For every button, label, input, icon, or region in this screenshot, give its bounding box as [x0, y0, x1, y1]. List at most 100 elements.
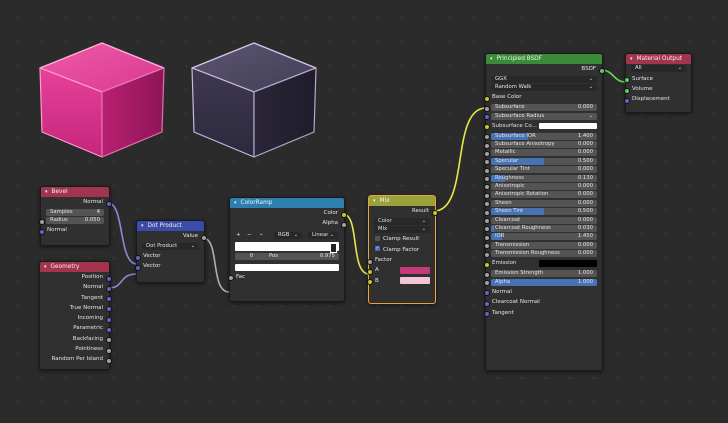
dot-product-node[interactable]: ▾ Dot Product Value Dot Product ⌄ Vector V…: [134, 220, 207, 283]
color-ramp-header[interactable]: ▾ ColorRamp: [230, 198, 344, 208]
color-a-swatch[interactable]: [400, 267, 430, 274]
color-b-swatch[interactable]: [400, 277, 430, 284]
bsdf-field[interactable]: Anisotropic Rotation 0.000: [483, 191, 597, 199]
socket-icon[interactable]: [105, 275, 112, 282]
socket-icon[interactable]: [105, 296, 112, 303]
clamp-factor-checkbox[interactable]: ✓ Clamp Factor: [369, 245, 435, 255]
checkmark-icon[interactable]: ✓: [375, 246, 380, 252]
bsdf-field[interactable]: IOR 1.450: [483, 233, 597, 241]
dot-mode-dropdown[interactable]: Dot Product ⌄: [142, 242, 199, 250]
socket-icon[interactable]: [483, 184, 490, 191]
bevel-node[interactable]: ▾ Bevel Normal Samples 4 Radius 0.050 Norma…: [38, 186, 112, 246]
socket-icon[interactable]: [483, 280, 490, 287]
bsdf-header[interactable]: ▾ Principled BSDF: [486, 54, 602, 64]
emission-strength-field[interactable]: Emission Strength 1.000: [483, 270, 597, 278]
socket-icon[interactable]: [483, 300, 490, 307]
ramp-gradient[interactable]: [235, 241, 339, 253]
chevron-down-icon[interactable]: ▾: [45, 187, 48, 197]
socket-icon[interactable]: [366, 279, 373, 286]
color-ramp-node[interactable]: ▾ ColorRamp Color Alpha + − ⌄ RGB ⌄ Linear…: [227, 197, 347, 302]
socket-icon[interactable]: [366, 268, 373, 275]
remove-stop-button[interactable]: −: [247, 232, 252, 238]
distribution-dropdown[interactable]: GGX ⌄: [491, 75, 597, 83]
socket-icon[interactable]: [483, 124, 490, 131]
socket-icon[interactable]: [483, 271, 490, 278]
ramp-stop-handle-icon[interactable]: [330, 242, 337, 253]
socket-icon[interactable]: [483, 290, 490, 297]
geometry-node[interactable]: ▾ Geometry Position Normal Tangent True N…: [39, 261, 112, 370]
socket-icon[interactable]: [623, 97, 630, 104]
socket-icon[interactable]: [105, 200, 112, 207]
socket-icon[interactable]: [105, 316, 112, 323]
material-output-node[interactable]: ▾ Material Output All ⌄ Surface Volume Dis…: [623, 53, 692, 113]
socket-icon[interactable]: [598, 67, 605, 74]
bsdf-field[interactable]: Roughness 0.130: [483, 174, 597, 183]
socket-icon[interactable]: [483, 226, 490, 233]
socket-icon[interactable]: [483, 201, 490, 208]
bsdf-field[interactable]: Specular 0.500: [483, 157, 597, 166]
checkbox-icon[interactable]: [375, 235, 380, 241]
bsdf-field[interactable]: Specular Tint 0.000: [483, 166, 597, 174]
mix-header[interactable]: ▾ Mix: [369, 196, 435, 206]
subsurface-field[interactable]: Subsurface 0.000: [483, 104, 597, 112]
socket-icon[interactable]: [134, 264, 141, 271]
socket-icon[interactable]: [483, 142, 490, 149]
socket-icon[interactable]: [200, 234, 207, 241]
ramp-mode-dropdown[interactable]: RGB ⌄: [274, 231, 302, 239]
socket-icon[interactable]: [623, 77, 630, 84]
chevron-down-icon[interactable]: ▾: [630, 54, 633, 64]
socket-icon[interactable]: [483, 311, 490, 318]
bsdf-field[interactable]: Subsurface Anisotropy 0.000: [483, 141, 597, 149]
material-output-header[interactable]: ▾ Material Output: [626, 54, 691, 64]
emission-color-swatch[interactable]: [539, 260, 597, 267]
bsdf-field[interactable]: Sheen Tint 0.500: [483, 208, 597, 216]
socket-icon[interactable]: [340, 221, 347, 228]
socket-icon[interactable]: [623, 87, 630, 94]
socket-icon[interactable]: [483, 261, 490, 268]
socket-icon[interactable]: [483, 209, 490, 216]
chevron-down-icon[interactable]: ▾: [141, 221, 144, 231]
ramp-stop-color[interactable]: [235, 263, 339, 271]
bevel-radius-field[interactable]: Radius 0.050: [38, 217, 104, 225]
socket-icon[interactable]: [227, 275, 234, 282]
bsdf-field[interactable]: Clearcoat Roughness 0.030: [483, 224, 597, 233]
socket-icon[interactable]: [340, 211, 347, 218]
socket-icon[interactable]: [483, 251, 490, 258]
bsdf-field[interactable]: Metallic 0.000: [483, 149, 597, 157]
chevron-down-icon[interactable]: ⌄: [259, 231, 264, 237]
socket-icon[interactable]: [483, 234, 490, 241]
output-target-dropdown[interactable]: All ⌄: [631, 65, 686, 73]
socket-icon[interactable]: [105, 337, 112, 344]
socket-icon[interactable]: [38, 218, 45, 225]
socket-icon[interactable]: [105, 306, 112, 313]
socket-icon[interactable]: [134, 254, 141, 261]
add-stop-button[interactable]: +: [236, 232, 241, 238]
mix-blend-dropdown[interactable]: Mix ⌄: [374, 226, 430, 234]
socket-icon[interactable]: [483, 114, 490, 121]
ramp-index-field[interactable]: 0: [235, 252, 268, 260]
bsdf-field[interactable]: Sheen 0.000: [483, 199, 597, 208]
bsdf-field[interactable]: Clearcoat 0.000: [483, 216, 597, 225]
alpha-field[interactable]: Alpha 1.000: [483, 278, 597, 287]
sss-color-swatch[interactable]: [539, 122, 597, 130]
chevron-down-icon[interactable]: ▾: [490, 54, 493, 64]
socket-icon[interactable]: [483, 134, 490, 141]
socket-icon[interactable]: [483, 105, 490, 112]
chevron-down-icon[interactable]: ▾: [234, 198, 237, 208]
chevron-down-icon[interactable]: ▾: [44, 262, 47, 272]
ramp-pos-field[interactable]: Pos 0.975: [265, 252, 339, 260]
clamp-result-checkbox[interactable]: Clamp Result: [369, 234, 435, 244]
bsdf-field[interactable]: Subsurface IOR 1.400: [483, 132, 597, 141]
socket-icon[interactable]: [483, 159, 490, 166]
bevel-samples-field[interactable]: Samples 4: [46, 208, 104, 216]
mix-node[interactable]: ▾ Mix Result Color ⌄ Mix ⌄ Clamp Result ✓ Cl…: [366, 195, 438, 304]
socket-icon[interactable]: [38, 228, 45, 235]
socket-icon[interactable]: [105, 347, 112, 354]
bsdf-field[interactable]: Transmission Roughness 0.000: [483, 250, 597, 258]
ramp-interp-dropdown[interactable]: Linear ⌄: [308, 231, 338, 239]
principled-bsdf-node[interactable]: ▾ Principled BSDF BSDF GGX ⌄ Random Walk ⌄ …: [483, 53, 605, 371]
socket-icon[interactable]: [105, 285, 112, 292]
socket-icon[interactable]: [483, 218, 490, 225]
chevron-down-icon[interactable]: ▾: [373, 196, 376, 206]
socket-icon[interactable]: [483, 167, 490, 174]
